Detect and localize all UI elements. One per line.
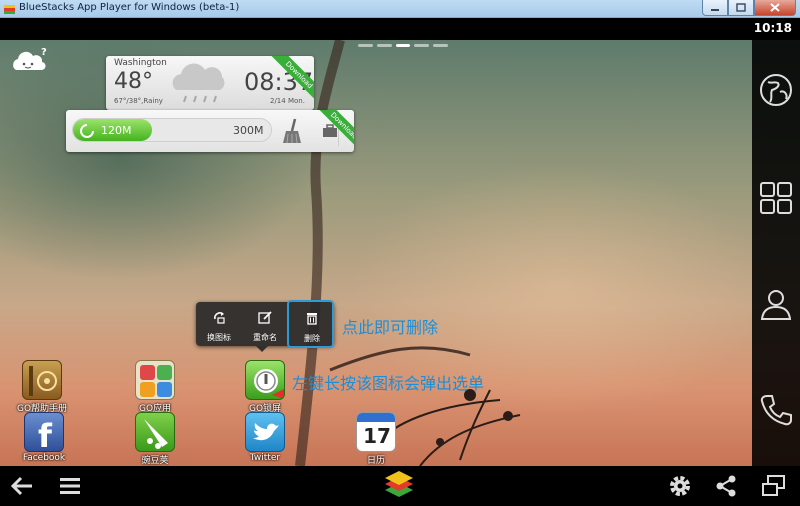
- menu-icon[interactable]: [56, 472, 84, 500]
- window-controls: [702, 0, 796, 16]
- go-help-book-icon: [22, 360, 62, 400]
- app-facebook[interactable]: f Facebook: [9, 412, 79, 466]
- app-label-twitter: Twitter: [249, 453, 281, 463]
- close-button[interactable]: [754, 0, 796, 16]
- cloud-help-icon[interactable]: ?: [10, 46, 50, 76]
- calendar-icon: 17: [356, 412, 396, 452]
- menu-item-change-icon[interactable]: 换图标: [196, 302, 242, 346]
- window-title-bar[interactable]: BlueStacks App Player for Windows (beta-…: [0, 0, 800, 18]
- maximize-icon: [736, 3, 746, 12]
- long-press-hint-annotation: 左键长按该图标会弹出选单: [292, 374, 485, 393]
- change-icon-icon: [214, 312, 225, 324]
- android-status-bar: 10:18: [0, 18, 800, 40]
- weather-date: 2/14 Mon.: [270, 97, 305, 105]
- edit-icon: [258, 311, 272, 324]
- right-dock: [752, 40, 800, 466]
- status-clock: 10:18: [753, 21, 792, 35]
- close-icon: [770, 3, 780, 12]
- broom-icon[interactable]: [280, 118, 304, 144]
- rain-cloud-icon: [172, 63, 225, 103]
- phone-icon[interactable]: [758, 392, 794, 428]
- bluestacks-window: BlueStacks App Player for Windows (beta-…: [0, 0, 800, 506]
- menu-label-delete: 删除: [304, 334, 320, 343]
- delete-hint-annotation: 点此即可删除: [342, 318, 439, 337]
- menu-label-change-icon: 换图标: [207, 333, 231, 342]
- window-title: BlueStacks App Player for Windows (beta-…: [19, 2, 240, 13]
- facebook-icon: f: [24, 412, 64, 452]
- page-indicator: [358, 44, 448, 48]
- app-twitter[interactable]: Twitter: [230, 412, 300, 466]
- context-menu-pointer: [256, 346, 268, 352]
- memory-widget[interactable]: 120M 300M Download: [66, 110, 354, 152]
- app-wandoujia[interactable]: 豌豆荚: [120, 412, 190, 466]
- menu-item-rename[interactable]: 重命名: [242, 302, 288, 346]
- maximize-button[interactable]: [728, 0, 754, 16]
- app-drawer-icon[interactable]: [758, 180, 794, 216]
- app-calendar[interactable]: 17 日历: [341, 412, 411, 466]
- calendar-day: 17: [363, 424, 391, 448]
- go-apps-grid-icon: [135, 360, 175, 400]
- weather-widget[interactable]: Washington 48° 67°/38°,Rainy 08:37 2/14 …: [106, 56, 314, 110]
- weather-condition: 67°/38°,Rainy: [114, 97, 163, 105]
- memory-bar: 120M 300M: [72, 118, 272, 142]
- share-icon[interactable]: [712, 472, 740, 500]
- memory-used: 120M: [101, 124, 132, 137]
- app-go-help[interactable]: GO帮助手册: [7, 360, 77, 416]
- bluestacks-home-icon[interactable]: [382, 470, 416, 500]
- contacts-icon[interactable]: [758, 286, 794, 322]
- minimize-icon: [711, 8, 719, 11]
- wandoujia-icon: [135, 412, 175, 452]
- bottom-nav-bar: [0, 466, 800, 506]
- memory-total: 300M: [233, 124, 264, 137]
- app-go-lock[interactable]: GO锁屏: [230, 360, 300, 416]
- svg-text:f: f: [38, 417, 53, 452]
- go-lock-icon: [245, 360, 285, 400]
- icon-context-menu: 换图标 重命名 删除: [196, 300, 334, 352]
- home-screen[interactable]: ? Washington 48° 67°/38°,Rainy 08:37 2/1…: [0, 40, 800, 466]
- menu-label-rename: 重命名: [253, 333, 277, 342]
- svg-text:?: ?: [41, 47, 47, 58]
- trash-icon: [307, 313, 317, 325]
- app-label-wandoujia: 豌豆荚: [141, 456, 169, 466]
- settings-gear-icon[interactable]: [666, 472, 694, 500]
- minimize-button[interactable]: [702, 0, 728, 16]
- twitter-icon: [245, 412, 285, 452]
- bluestacks-logo-icon: [4, 5, 15, 14]
- weather-temperature: 48°: [114, 69, 153, 94]
- back-arrow-icon[interactable]: [8, 472, 36, 500]
- refresh-ring-icon: [80, 124, 94, 138]
- window-mode-icon[interactable]: [760, 472, 788, 500]
- app-label-calendar: 日历: [366, 456, 385, 466]
- weather-city: Washington: [114, 58, 167, 68]
- globe-icon[interactable]: [758, 72, 794, 108]
- menu-item-delete[interactable]: 删除: [287, 300, 334, 348]
- app-label-facebook: Facebook: [22, 453, 66, 463]
- app-go-apps[interactable]: GO应用: [120, 360, 190, 416]
